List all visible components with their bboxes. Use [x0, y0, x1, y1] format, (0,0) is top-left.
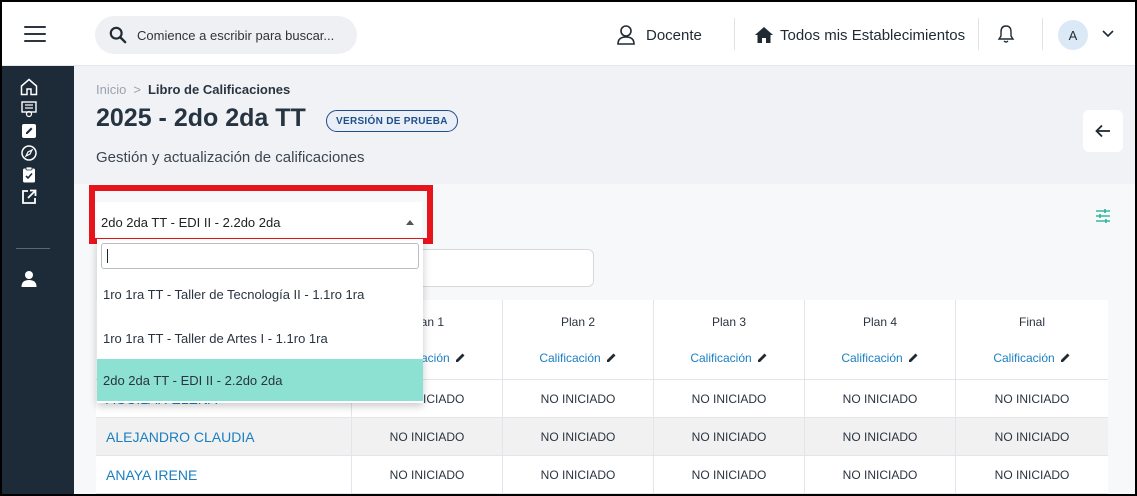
table-row: ALEJANDRO CLAUDIA NO INICIADO NO INICIAD…	[96, 418, 1108, 456]
course-select[interactable]: 2do 2da TT - EDI II - 2.2do 2da	[94, 202, 422, 244]
breadcrumb: Inicio > Libro de Calificaciones	[96, 82, 290, 97]
column-edit-link[interactable]: Calificación	[993, 351, 1070, 365]
text-cursor	[107, 249, 108, 263]
role-selector[interactable]: Docente	[616, 22, 702, 48]
column-header: Plan 4 Calificación	[805, 300, 956, 379]
search-icon	[109, 26, 127, 44]
caret-up-icon	[406, 220, 414, 225]
grade-cell[interactable]: NO INICIADO	[956, 380, 1108, 417]
grade-cell[interactable]: NO INICIADO	[654, 380, 805, 417]
dropdown-search-input[interactable]	[101, 243, 419, 269]
table-row: ANAYA IRENE NO INICIADO NO INICIADO NO I…	[96, 456, 1108, 494]
column-title: Plan 4	[862, 314, 898, 329]
column-sub-label: Calificación	[690, 350, 752, 365]
breadcrumb-current: Libro de Calificaciones	[147, 82, 291, 97]
column-edit-link[interactable]: Calificación	[690, 351, 767, 365]
dropdown-option[interactable]: 1ro 1ra TT - Taller de Tecnología II - 1…	[97, 273, 423, 315]
divider	[1042, 18, 1043, 50]
status-badge: VERSIÓN DE PRUEBA	[326, 110, 458, 132]
divider	[734, 18, 735, 50]
establishments-label: Todos mis Establecimientos	[780, 26, 966, 44]
breadcrumb-home[interactable]: Inicio	[96, 82, 126, 97]
dropdown-option[interactable]: 1ro 1ra TT - Taller de Artes I - 1.1ro 1…	[97, 317, 423, 359]
menu-icon[interactable]	[24, 26, 46, 42]
search-input[interactable]	[137, 27, 337, 43]
pencil-icon	[757, 353, 767, 362]
grade-cell[interactable]: NO INICIADO	[956, 418, 1108, 455]
page-title: 2025 - 2do 2da TT	[96, 104, 306, 132]
student-name-link[interactable]: ANAYA IRENE	[96, 456, 352, 493]
student-name-link[interactable]: ALEJANDRO CLAUDIA	[96, 418, 352, 455]
grade-cell[interactable]: NO INICIADO	[654, 456, 805, 493]
certificate-icon[interactable]	[20, 100, 38, 118]
column-edit-link[interactable]: Calificación	[841, 351, 918, 365]
column-title: Plan 3	[711, 314, 747, 329]
page-subtitle: Gestión y actualización de calificacione…	[96, 149, 365, 166]
student-filter-input[interactable]	[394, 249, 594, 287]
grade-cell[interactable]: NO INICIADO	[956, 456, 1108, 493]
dropdown-option-selected[interactable]: 2do 2da TT - EDI II - 2.2do 2da	[97, 359, 423, 401]
arrow-left-icon	[1095, 124, 1110, 138]
column-header: Plan 3 Calificación	[654, 300, 805, 379]
compass-icon[interactable]	[20, 144, 38, 162]
column-header: Final Calificación	[956, 300, 1108, 379]
column-sub-label: Calificación	[993, 350, 1055, 365]
pencil-icon	[1060, 353, 1070, 362]
grade-cell[interactable]: NO INICIADO	[805, 418, 956, 455]
column-sub-label: Calificación	[841, 350, 903, 365]
filter-settings-icon[interactable]	[1095, 208, 1111, 224]
course-dropdown: 1ro 1ra TT - Taller de Tecnología II - 1…	[97, 239, 423, 403]
course-select-value: 2do 2da TT - EDI II - 2.2do 2da	[101, 215, 281, 230]
chevron-down-icon[interactable]	[1102, 30, 1114, 38]
home-filled-icon	[755, 27, 773, 43]
column-title: Final	[1018, 314, 1045, 329]
pencil-icon	[455, 353, 465, 362]
grade-cell[interactable]: NO INICIADO	[805, 380, 956, 417]
back-button[interactable]	[1083, 110, 1123, 152]
search-bar[interactable]	[95, 16, 357, 54]
bell-icon[interactable]	[997, 24, 1015, 44]
avatar-initial: A	[1068, 27, 1078, 43]
clipboard-check-icon[interactable]	[20, 166, 38, 184]
grade-cell[interactable]: NO INICIADO	[503, 380, 654, 417]
sidebar	[2, 66, 74, 494]
edit-icon[interactable]	[20, 122, 38, 140]
home-icon[interactable]	[20, 78, 38, 96]
role-label: Docente	[646, 26, 702, 44]
breadcrumb-separator: >	[133, 82, 141, 97]
grade-cell[interactable]: NO INICIADO	[805, 456, 956, 493]
column-edit-link[interactable]: Calificación	[539, 351, 616, 365]
grade-cell[interactable]: NO INICIADO	[352, 456, 503, 493]
user-icon[interactable]	[20, 270, 38, 288]
pencil-icon	[606, 353, 616, 362]
divider	[978, 18, 979, 50]
column-sub-label: Calificación	[539, 350, 601, 365]
grade-cell[interactable]: NO INICIADO	[503, 456, 654, 493]
avatar[interactable]: A	[1058, 20, 1088, 50]
column-title: Plan 2	[560, 314, 596, 329]
establishments-selector[interactable]: Todos mis Establecimientos	[754, 22, 965, 48]
external-link-icon[interactable]	[20, 188, 38, 206]
sidebar-divider	[16, 248, 50, 249]
grade-cell[interactable]: NO INICIADO	[352, 418, 503, 455]
app-window: Docente Todos mis Establecimientos A	[2, 2, 1135, 494]
grade-cell[interactable]: NO INICIADO	[503, 418, 654, 455]
grade-cell[interactable]: NO INICIADO	[654, 418, 805, 455]
pencil-icon	[908, 353, 918, 362]
user-outline-icon	[617, 25, 635, 45]
top-bar: Docente Todos mis Establecimientos A	[2, 2, 1135, 66]
column-header: Plan 2 Calificación	[503, 300, 654, 379]
